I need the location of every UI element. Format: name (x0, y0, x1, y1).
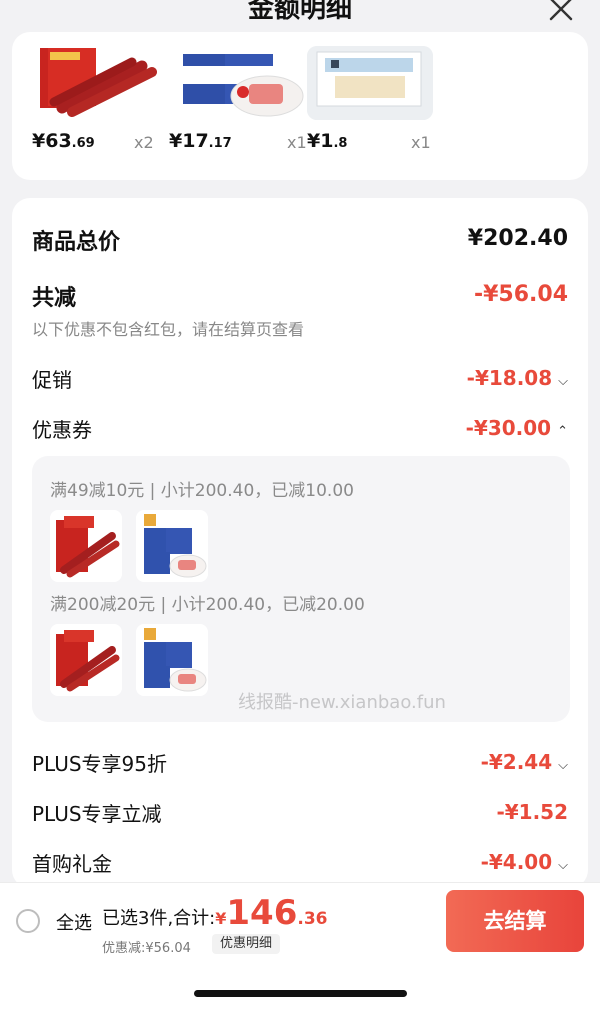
selected-count-text: 已选3件,合计: (102, 908, 216, 929)
discount-detail-button[interactable]: 优惠明细 (212, 934, 281, 954)
product-qty: x1 (287, 133, 307, 152)
coupon-product-thumb (50, 624, 122, 696)
total-amount-dec: .36 (297, 909, 328, 929)
discount-hint: 以下优惠不包含红包，请在结算页查看 (32, 320, 305, 339)
products-card: ¥63.69 x2 ¥17.17 x1 ¥1.8 x1 (12, 32, 588, 180)
coupon-detail-box: 满49减10元 | 小计200.40，已减10.00 满200减20元 | 小计… (32, 456, 570, 722)
coupon-rule-1: 满49减10元 | 小计200.40，已减10.00 (50, 481, 354, 501)
product-price: ¥63.69 (32, 130, 95, 152)
product-image-luncheon (179, 46, 305, 120)
coupon-product-thumb (136, 510, 208, 582)
product-qty: x1 (411, 133, 431, 152)
plus-direct-value: -¥1.52 (496, 800, 568, 824)
chevron-up-icon: ⌃ (557, 424, 568, 439)
total-price-value: ¥202.40 (467, 226, 568, 251)
watermark: 线报酷-new.xianbao.fun (238, 692, 446, 713)
promo-label: 促销 (32, 368, 72, 392)
product-qty: x2 (134, 133, 154, 152)
chevron-down-icon: ⌵ (558, 758, 568, 773)
first-buy-value: -¥4.00 (480, 850, 553, 874)
sheet-title: 金额明细 (247, 0, 352, 24)
total-summary: 已选3件,合计:¥146.36 (102, 893, 328, 933)
chevron-down-icon: ⌵ (558, 858, 568, 873)
total-discount-value: -¥56.04 (473, 282, 568, 307)
total-price-label: 商品总价 (32, 230, 121, 255)
first-buy-row-toggle[interactable]: -¥4.00 ⌵ (481, 850, 568, 874)
first-buy-label: 首购礼金 (32, 852, 112, 876)
coupon-rule-2: 满200减20元 | 小计200.40，已减20.00 (50, 595, 365, 615)
plus95-label: PLUS专享95折 (32, 752, 167, 776)
checkout-bar: 全选 已选3件,合计:¥146.36 优惠减:¥56.04 优惠明细 去结算 (0, 882, 600, 1009)
total-discount-label: 共减 (32, 286, 77, 311)
home-indicator (194, 990, 407, 997)
select-all-label[interactable]: 全选 (56, 909, 92, 935)
select-all-checkbox[interactable] (16, 909, 40, 933)
coupon-product-thumb (136, 624, 208, 696)
close-icon[interactable] (548, 0, 574, 22)
plus95-value: -¥2.44 (480, 750, 553, 774)
coupon-value: -¥30.00 (465, 416, 552, 440)
coupon-row-toggle[interactable]: -¥30.00 ⌃ (466, 416, 568, 440)
coupon-label: 优惠券 (32, 418, 92, 442)
product-image-sausage (32, 46, 158, 120)
plus-direct-label: PLUS专享立减 (32, 802, 162, 826)
promo-row-toggle[interactable]: -¥18.08 ⌵ (467, 366, 568, 390)
plus95-row-toggle[interactable]: -¥2.44 ⌵ (481, 750, 568, 774)
total-amount-int: 146 (226, 893, 298, 933)
product-price: ¥17.17 (169, 130, 232, 152)
product-image-toothpick (307, 46, 433, 120)
amount-details-card: 商品总价 ¥202.40 共减 -¥56.04 以下优惠不包含红包，请在结算页查… (12, 198, 588, 888)
checkout-button[interactable]: 去结算 (446, 890, 584, 952)
saved-amount: 优惠减:¥56.04 (102, 941, 191, 956)
promo-value: -¥18.08 (466, 366, 553, 390)
chevron-down-icon: ⌵ (558, 374, 568, 389)
product-price: ¥1.8 (307, 130, 348, 152)
coupon-product-thumb (50, 510, 122, 582)
total-currency: ¥ (215, 909, 227, 928)
